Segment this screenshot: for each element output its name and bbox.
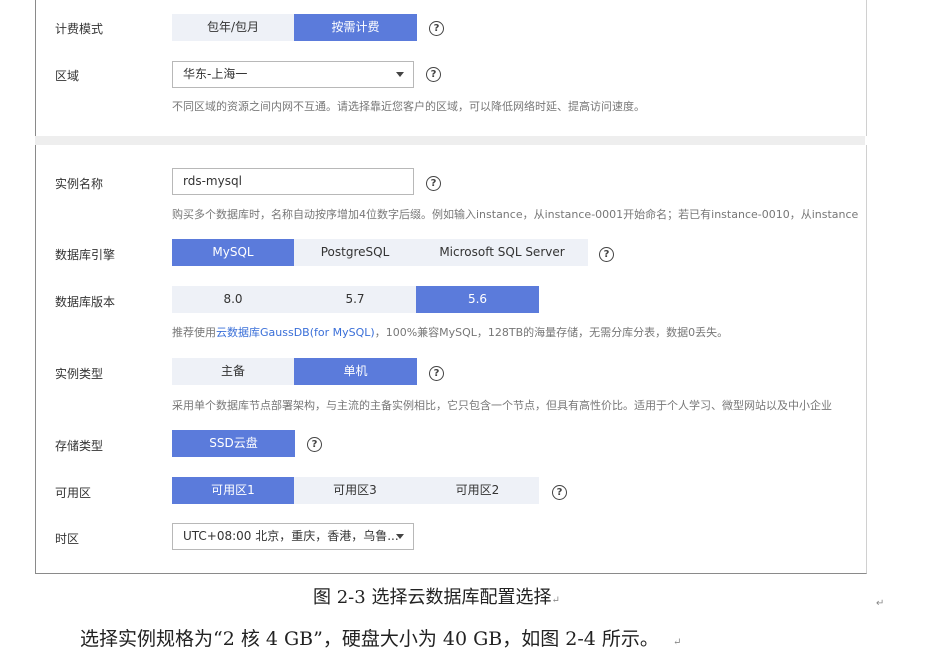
storage-type-label: 存储类型: [55, 439, 104, 453]
config-panel-region: [35, 0, 867, 136]
storage-help-icon[interactable]: ?: [307, 437, 322, 452]
az-option-2[interactable]: 可用区2: [416, 477, 539, 504]
gaussdb-link[interactable]: 云数据库GaussDB(for MySQL): [216, 326, 375, 339]
figure-title: 选择云数据库配置选择: [365, 587, 552, 608]
instance-type-option-ha[interactable]: 主备: [172, 358, 294, 385]
chevron-down-icon: [396, 534, 404, 539]
version-option-8-0[interactable]: 8.0: [172, 286, 294, 313]
instance-name-help-icon[interactable]: ?: [426, 176, 441, 191]
version-hint: 推荐使用云数据库GaussDB(for MySQL)，100%兼容MySQL，1…: [172, 324, 862, 340]
instance-type-hint: 采用单个数据库节点部署架构，与主流的主备实例相比，它只包含一个节点，但具有高性价…: [172, 399, 832, 412]
instance-type-help-icon[interactable]: ?: [429, 366, 444, 381]
version-option-5-7[interactable]: 5.7: [294, 286, 416, 313]
instance-name-hint: 购买多个数据库时，名称自动按序增加4位数字后缀。例如输入instance，从in…: [172, 208, 859, 221]
az-selector: 可用区1 可用区3 可用区2: [172, 477, 539, 504]
version-hint-suffix: ，100%兼容MySQL，128TB的海量存储，无需分库分表，数据0丢失。: [374, 326, 729, 339]
engine-option-postgresql[interactable]: PostgreSQL: [294, 239, 416, 266]
timezone-label: 时区: [55, 532, 80, 546]
figure-caption: 图 2-3 选择云数据库配置选择↵: [313, 583, 560, 609]
version-label: 数据库版本: [55, 295, 116, 309]
billing-mode-label: 计费模式: [55, 22, 104, 36]
billing-help-icon[interactable]: ?: [429, 21, 444, 36]
billing-mode-selector: 包年/包月 按需计费: [172, 14, 417, 41]
instance-type-selector: 主备 单机: [172, 358, 417, 385]
timezone-select-value: UTC+08:00 北京，重庆，香港，乌鲁...: [183, 529, 399, 543]
engine-selector: MySQL PostgreSQL Microsoft SQL Server: [172, 239, 588, 266]
version-option-5-6[interactable]: 5.6: [416, 286, 539, 313]
billing-option-on-demand[interactable]: 按需计费: [294, 14, 417, 41]
figure-number: 图 2-3: [313, 587, 366, 608]
body-paragraph-text: 选择实例规格为“2 核 4 GB”，硬盘大小为 40 GB，如图 2-4 所示。: [80, 628, 659, 650]
engine-label: 数据库引擎: [55, 248, 116, 262]
region-help-icon[interactable]: ?: [426, 67, 441, 82]
body-paragraph: 选择实例规格为“2 核 4 GB”，硬盘大小为 40 GB，如图 2-4 所示。…: [80, 624, 681, 651]
region-hint: 不同区域的资源之间内网不互通。请选择靠近您客户的区域，可以降低网络时延、提高访问…: [172, 100, 645, 113]
panel-separator: [35, 136, 865, 145]
paragraph-mark: ↵: [551, 595, 560, 606]
timezone-select[interactable]: UTC+08:00 北京，重庆，香港，乌鲁...: [172, 523, 414, 550]
paragraph-mark: ↵: [876, 598, 885, 609]
az-help-icon[interactable]: ?: [552, 485, 567, 500]
region-select-value: 华东-上海一: [183, 67, 248, 81]
instance-name-label: 实例名称: [55, 177, 104, 191]
engine-option-sqlserver[interactable]: Microsoft SQL Server: [416, 239, 588, 266]
region-select[interactable]: 华东-上海一: [172, 61, 414, 88]
version-hint-prefix: 推荐使用: [172, 326, 216, 339]
storage-type-selector: SSD云盘: [172, 430, 295, 457]
version-selector: 8.0 5.7 5.6: [172, 286, 539, 313]
region-label: 区域: [55, 69, 80, 83]
instance-name-input[interactable]: rds-mysql: [172, 168, 414, 195]
chevron-down-icon: [396, 72, 404, 77]
storage-option-ssd[interactable]: SSD云盘: [172, 430, 295, 457]
engine-help-icon[interactable]: ?: [599, 247, 614, 262]
engine-option-mysql[interactable]: MySQL: [172, 239, 294, 266]
instance-type-label: 实例类型: [55, 367, 104, 381]
document-page: 计费模式 包年/包月 按需计费 ? 区域 华东-上海一 ? 不同区域的资源之间内…: [0, 0, 931, 672]
billing-option-yearly[interactable]: 包年/包月: [172, 14, 294, 41]
paragraph-mark: ↵: [672, 637, 682, 648]
az-label: 可用区: [55, 486, 92, 500]
az-option-1[interactable]: 可用区1: [172, 477, 294, 504]
instance-type-option-single[interactable]: 单机: [294, 358, 417, 385]
az-option-3[interactable]: 可用区3: [294, 477, 416, 504]
